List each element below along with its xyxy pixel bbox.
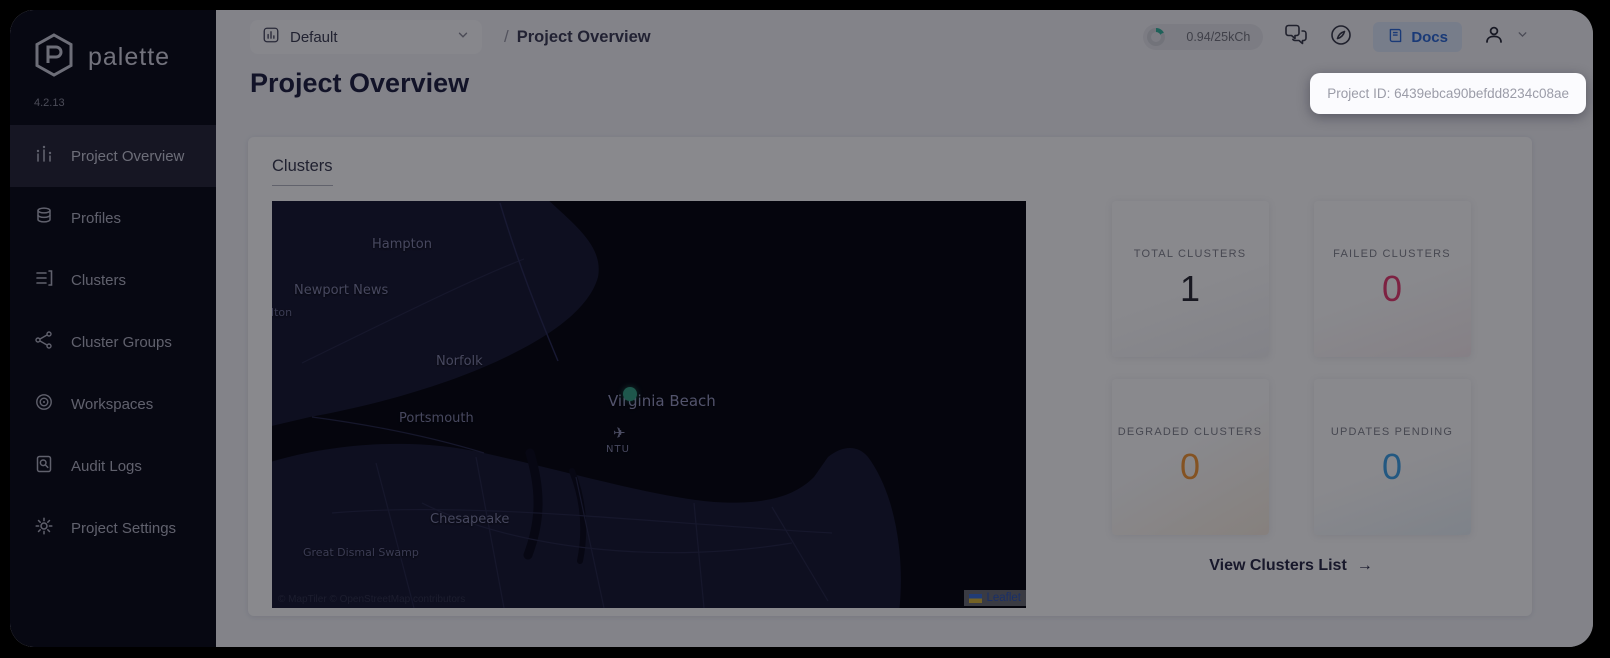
map-attribution: © MapTiler © OpenStreetMap contributors [278,594,466,605]
screenshot-stage: palette 4.2.13 Project Overview Profiles… [0,0,1610,658]
audit-search-icon [34,454,54,478]
chat-button[interactable] [1283,23,1309,52]
map-label-newport-news: Newport News [294,283,389,298]
stack-icon [34,206,54,230]
gear-icon [34,516,54,540]
chevron-down-icon [456,28,470,47]
stat-label: DEGRADED CLUSTERS [1117,426,1263,438]
sidebar-item-label: Audit Logs [71,457,142,475]
topbar: Default / Project Overview 0.94/25kCh Do… [216,10,1593,64]
stat-card-failed-clusters: FAILED CLUSTERS 0 [1313,201,1471,357]
sidebar: palette 4.2.13 Project Overview Profiles… [10,10,216,647]
sidebar-item-project-settings[interactable]: Project Settings [10,497,216,559]
app-version: 4.2.13 [34,97,65,109]
map-label-llton: llton [272,306,293,319]
map-label-portsmouth: Portsmouth [399,411,474,426]
stats-grid: TOTAL CLUSTERS 1 FAILED CLUSTERS 0 DEGRA… [1111,201,1471,535]
sidebar-item-label: Project Settings [71,519,177,537]
view-clusters-list-link[interactable]: View Clusters List → [1209,557,1373,575]
project-selector-value: Default [290,28,338,46]
help-button[interactable] [1329,23,1353,52]
chevron-down-icon [1516,28,1529,46]
stat-value: 0 [1179,446,1201,487]
cluster-stats: TOTAL CLUSTERS 1 FAILED CLUSTERS 0 DEGRA… [1050,201,1532,575]
sidebar-menu: Project Overview Profiles Clusters Clust… [10,125,216,559]
leaflet-link[interactable]: Leaflet [986,592,1021,604]
stat-value: 1 [1179,268,1201,309]
user-icon [1482,23,1506,52]
chart-box-icon [262,26,280,49]
nodes-icon [34,330,54,354]
breadcrumb-current[interactable]: Project Overview [517,28,651,47]
palette-logo-icon [32,32,76,83]
cluster-location-marker[interactable] [623,387,637,401]
sidebar-item-label: Cluster Groups [71,333,172,351]
usage-meter[interactable]: 0.94/25kCh [1143,24,1264,50]
compass-icon [1329,23,1353,52]
sidebar-item-label: Profiles [71,209,122,227]
user-menu[interactable] [1482,23,1529,52]
usage-value: 0.94/25kCh [1186,30,1251,44]
map-label-ntu: NTU [606,444,630,455]
docs-label: Docs [1411,28,1448,46]
map-label-hampton: Hampton [372,237,432,252]
docs-button[interactable]: Docs [1373,22,1462,52]
arrow-right-icon: → [1356,557,1373,574]
list-icon [34,268,54,292]
stat-card-updates-pending: UPDATES PENDING 0 [1313,379,1471,535]
app-window: palette 4.2.13 Project Overview Profiles… [10,10,1593,647]
sidebar-item-project-overview[interactable]: Project Overview [10,125,216,187]
usage-donut-icon [1147,28,1166,46]
brand-name: palette [88,43,171,71]
stat-label: FAILED CLUSTERS [1333,248,1451,260]
leaflet-attribution[interactable]: Leaflet [964,590,1026,606]
ukraine-flag-icon [969,593,983,603]
sidebar-item-cluster-groups[interactable]: Cluster Groups [10,311,216,373]
clusters-card: Clusters Hampton Newport News lton Norfo… [248,137,1532,616]
clusters-map[interactable]: Hampton Newport News llton Norfolk Virgi… [272,201,1026,608]
map-label-chesapeake: Chesapeake [430,512,510,527]
stat-card-degraded-clusters: DEGRADED CLUSTERS 0 [1111,379,1269,535]
airplane-icon: ✈ [613,425,626,442]
chat-bubbles-icon [1283,23,1309,52]
sidebar-item-label: Clusters [71,271,127,289]
stat-label: UPDATES PENDING [1330,426,1454,438]
sidebar-item-profiles[interactable]: Profiles [10,187,216,249]
target-icon [34,392,54,416]
sidebar-item-label: Workspaces [71,395,154,413]
stat-value: 0 [1381,268,1403,309]
project-id-tooltip: Project ID: 6439ebca90befdd8234c08ae [1310,73,1586,114]
view-clusters-list-label: View Clusters List [1209,557,1347,574]
stat-value: 0 [1381,446,1403,487]
stat-card-total-clusters: TOTAL CLUSTERS 1 [1111,201,1269,357]
clusters-heading: Clusters [272,157,333,186]
stat-label: TOTAL CLUSTERS [1133,248,1247,260]
breadcrumb: / Project Overview [504,27,651,47]
map-label-great-dismal-swamp: Great Dismal Swamp [303,546,419,559]
sidebar-item-clusters[interactable]: Clusters [10,249,216,311]
map-label-norfolk: Norfolk [436,354,483,369]
project-selector[interactable]: Default [250,20,482,54]
page-title: Project Overview [250,68,470,98]
book-icon [1387,27,1404,48]
sidebar-item-workspaces[interactable]: Workspaces [10,373,216,435]
breadcrumb-separator: / [504,27,509,46]
topbar-actions: 0.94/25kCh Docs [1143,22,1529,52]
sidebar-item-audit-logs[interactable]: Audit Logs [10,435,216,497]
brand[interactable]: palette [10,10,216,83]
sidebar-item-label: Project Overview [71,147,185,165]
overview-chart-icon [34,144,54,168]
